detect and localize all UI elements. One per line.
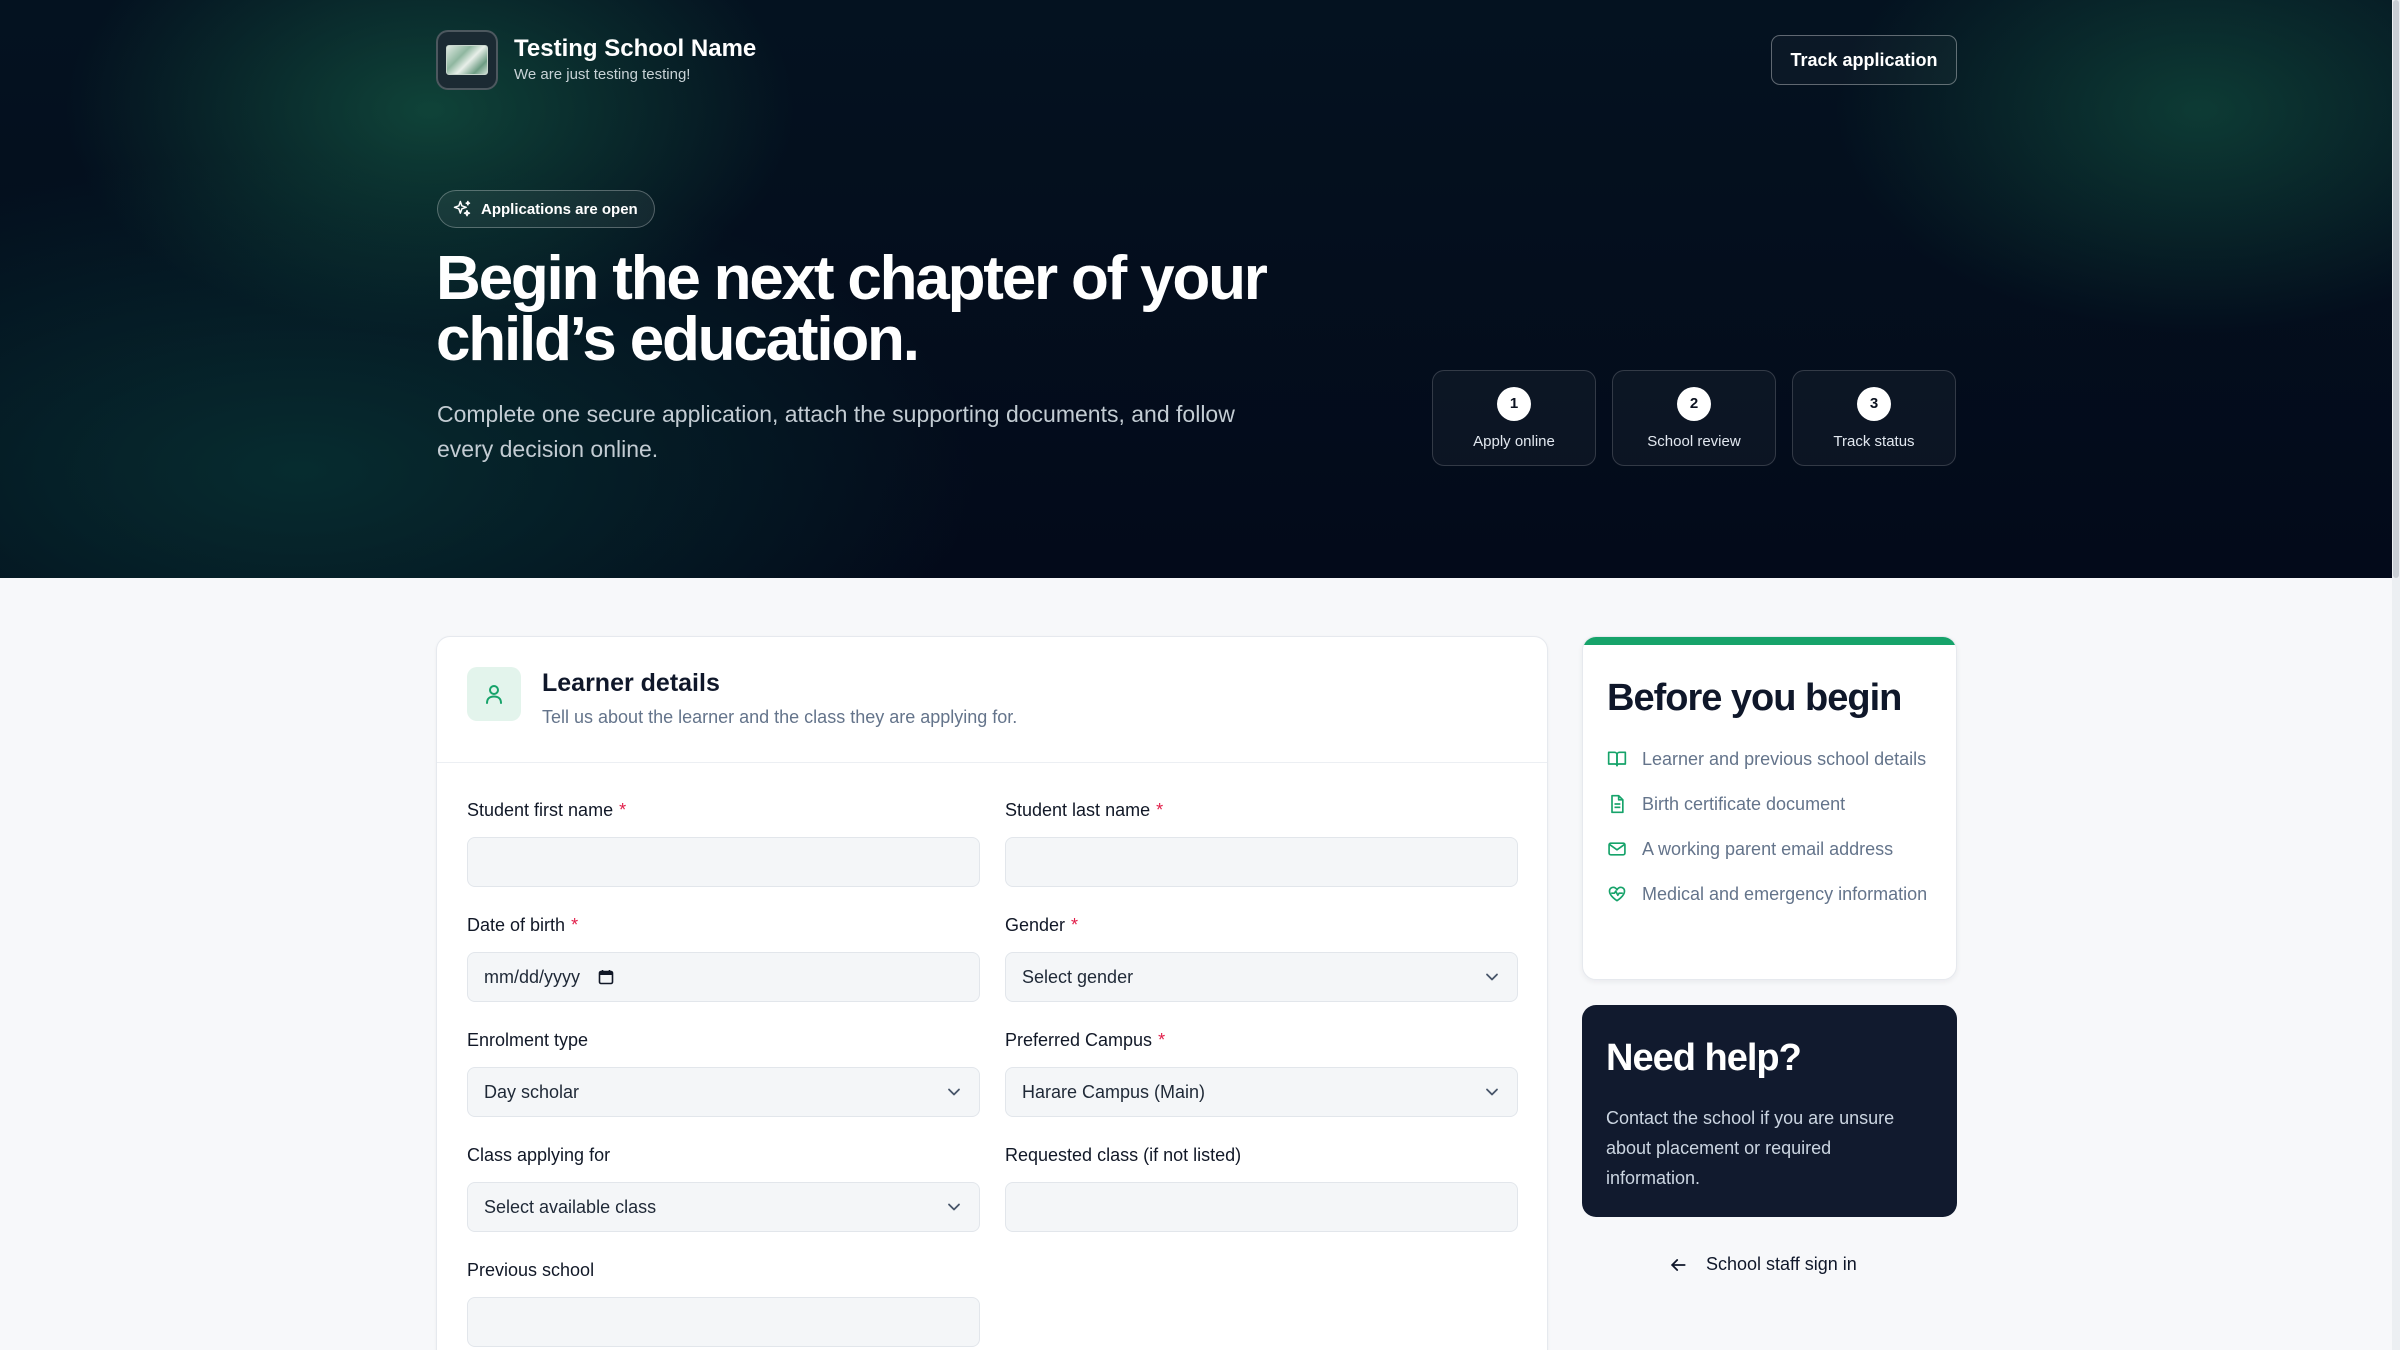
chevron-down-icon	[1486, 1088, 1498, 1096]
campus-select[interactable]: Harare Campus (Main)	[1005, 1067, 1518, 1117]
need-help-text: Contact the school if you are unsure abo…	[1606, 1108, 1895, 1188]
dob-label: Date of birth *	[467, 915, 579, 935]
enrolment-label: Enrolment type	[467, 1030, 589, 1050]
dob-placeholder: mm/dd/yyyy	[484, 966, 581, 987]
arrow-left-icon	[1671, 1258, 1686, 1271]
applications-open-label: Applications are open	[481, 200, 638, 218]
campus-label: Preferred Campus *	[1005, 1030, 1166, 1050]
dob-input[interactable]: mm/dd/yyyy	[467, 952, 980, 1002]
first-name-input[interactable]	[467, 837, 980, 887]
requested-class-input[interactable]	[1005, 1182, 1518, 1232]
step-label: Apply online	[1473, 432, 1555, 450]
requested-class-group: Requested class (if not listed)	[1005, 1144, 1518, 1232]
gender-group: Gender * Select gender	[1005, 914, 1518, 1002]
chevron-down-icon	[1486, 973, 1498, 981]
staff-sign-in-link[interactable]: School staff sign in	[1668, 1254, 1857, 1275]
applications-open-badge: Applications are open	[437, 190, 655, 228]
step-track-status: 3 Track status	[1792, 370, 1956, 466]
list-item: Medical and emergency information	[1607, 882, 1937, 907]
step-school-review: 2 School review	[1612, 370, 1776, 466]
enrolment-select[interactable]: Day scholar	[467, 1067, 980, 1117]
dob-group: Date of birth * mm/dd/yyyy	[467, 914, 980, 1002]
list-item: A working parent email address	[1607, 837, 1937, 862]
gender-label: Gender *	[1005, 915, 1079, 935]
sparkles-icon	[453, 200, 471, 217]
first-name-label: Student first name *	[467, 800, 627, 820]
process-steps: 1 Apply online 2 School review 3 Track s…	[1432, 370, 1956, 466]
hero-title: Begin the next chapter of your child’s e…	[436, 244, 1268, 374]
scrollbar-thumb[interactable]	[2393, 0, 2399, 578]
required-mark: *	[619, 800, 627, 820]
last-name-input[interactable]	[1005, 837, 1518, 887]
before-you-begin-card: Before you begin Learner and previous sc…	[1582, 636, 1957, 980]
form-description: Tell us about the learner and the class …	[542, 707, 1018, 727]
last-name-group: Student last name *	[1005, 799, 1518, 887]
step-label: School review	[1647, 432, 1741, 450]
track-application-button[interactable]: Track application	[1771, 35, 1957, 85]
staff-sign-in-label: School staff sign in	[1706, 1254, 1857, 1274]
requested-class-label: Requested class (if not listed)	[1005, 1145, 1242, 1165]
gender-select[interactable]: Select gender	[1005, 952, 1518, 1002]
checklist-text: Birth certificate document	[1642, 794, 1846, 814]
required-mark: *	[1156, 800, 1164, 820]
before-you-begin-title: Before you begin	[1607, 677, 1902, 719]
mail-icon	[1608, 842, 1626, 856]
brand[interactable]: Testing School Name We are just testing …	[436, 30, 756, 90]
school-name: Testing School Name	[514, 35, 757, 62]
required-mark: *	[571, 915, 579, 935]
first-name-group: Student first name *	[467, 799, 980, 887]
step-label: Track status	[1833, 432, 1915, 450]
chevron-down-icon	[948, 1088, 960, 1096]
hero-subtitle: Complete one secure application, attach …	[437, 401, 1235, 462]
campus-value: Harare Campus (Main)	[1022, 1081, 1206, 1102]
checklist-text: Medical and emergency information	[1642, 884, 1928, 904]
list-item: Learner and previous school details	[1607, 747, 1937, 772]
campus-group: Preferred Campus * Harare Campus (Main)	[1005, 1029, 1518, 1117]
class-value: Select available class	[484, 1196, 657, 1217]
step-number: 2	[1677, 386, 1711, 421]
class-group: Class applying for Select available clas…	[467, 1144, 980, 1232]
school-tagline: We are just testing testing!	[514, 66, 691, 83]
checklist-text: Learner and previous school details	[1642, 749, 1927, 769]
heart-pulse-icon	[1608, 886, 1626, 902]
previous-school-input[interactable]	[467, 1297, 980, 1347]
enrolment-value: Day scholar	[484, 1081, 580, 1102]
learner-details-card: Learner details Tell us about the learne…	[436, 636, 1548, 1350]
previous-school-label: Previous school	[467, 1260, 595, 1280]
list-item: Birth certificate document	[1607, 792, 1937, 817]
checklist-text: A working parent email address	[1642, 839, 1894, 859]
chevron-down-icon	[948, 1203, 960, 1211]
step-apply-online: 1 Apply online	[1432, 370, 1596, 466]
form-title: Learner details	[542, 669, 720, 697]
required-mark: *	[1158, 1030, 1166, 1050]
gender-value: Select gender	[1022, 966, 1134, 987]
checklist: Learner and previous school details Birt…	[1607, 747, 1937, 927]
step-number: 1	[1497, 386, 1531, 421]
previous-school-group: Previous school	[467, 1259, 980, 1347]
school-logo	[436, 30, 498, 90]
need-help-card: Need help? Contact the school if you are…	[1582, 1005, 1957, 1217]
enrolment-group: Enrolment type Day scholar	[467, 1029, 980, 1117]
required-mark: *	[1071, 915, 1079, 935]
learner-details-header: Learner details Tell us about the learne…	[437, 637, 1547, 763]
book-icon	[1607, 751, 1627, 767]
hero-section: Testing School Name We are just testing …	[0, 0, 2400, 578]
class-select[interactable]: Select available class	[467, 1182, 980, 1232]
user-icon	[467, 667, 521, 721]
step-number: 3	[1857, 386, 1891, 421]
document-icon	[1611, 794, 1624, 814]
class-label: Class applying for	[467, 1145, 611, 1165]
calendar-icon[interactable]	[598, 969, 614, 985]
accent-bar	[1583, 637, 1956, 645]
need-help-title: Need help?	[1606, 1037, 1802, 1079]
last-name-label: Student last name *	[1005, 800, 1164, 820]
